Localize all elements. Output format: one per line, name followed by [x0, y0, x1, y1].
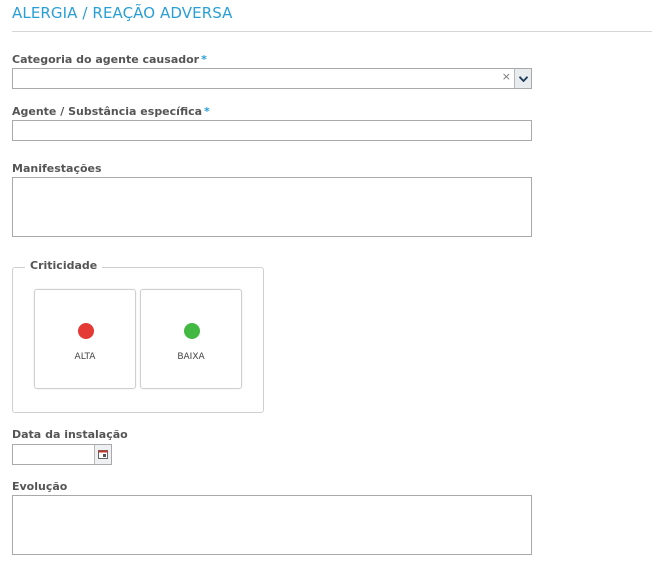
criticidade-alta-button[interactable]: ALTA	[34, 289, 136, 389]
calendar-icon[interactable]	[94, 445, 111, 464]
section-title: ALERGIA / REAÇÃO ADVERSA	[12, 4, 233, 22]
agente-label: Agente / Substância específica *	[12, 105, 210, 118]
categoria-label: Categoria do agente causador *	[12, 53, 207, 66]
manifestacoes-textarea[interactable]	[12, 177, 532, 237]
green-dot-icon	[184, 323, 200, 339]
chevron-down-icon[interactable]	[514, 69, 531, 88]
clear-selection-icon[interactable]: ×	[502, 70, 511, 83]
evolucao-textarea[interactable]	[12, 495, 532, 555]
criticidade-baixa-button[interactable]: BAIXA	[140, 289, 242, 389]
criticidade-fieldset: Criticidade ALTA BAIXA	[12, 259, 264, 413]
criticidade-alta-label: ALTA	[74, 352, 96, 362]
categoria-select[interactable]: ×	[12, 68, 532, 89]
criticidade-legend: Criticidade	[25, 259, 103, 272]
required-asterisk: *	[201, 53, 207, 66]
evolucao-label: Evolução	[12, 480, 68, 493]
data-label: Data da instalação	[12, 428, 128, 441]
required-asterisk: *	[204, 105, 210, 118]
criticidade-baixa-label: BAIXA	[177, 352, 205, 362]
section-divider	[12, 31, 652, 32]
data-input[interactable]	[12, 444, 112, 465]
agente-label-text: Agente / Substância específica	[12, 105, 203, 118]
agente-input[interactable]	[12, 120, 532, 141]
manifestacoes-label: Manifestações	[12, 162, 102, 175]
categoria-label-text: Categoria do agente causador	[12, 53, 200, 66]
red-dot-icon	[78, 323, 94, 339]
